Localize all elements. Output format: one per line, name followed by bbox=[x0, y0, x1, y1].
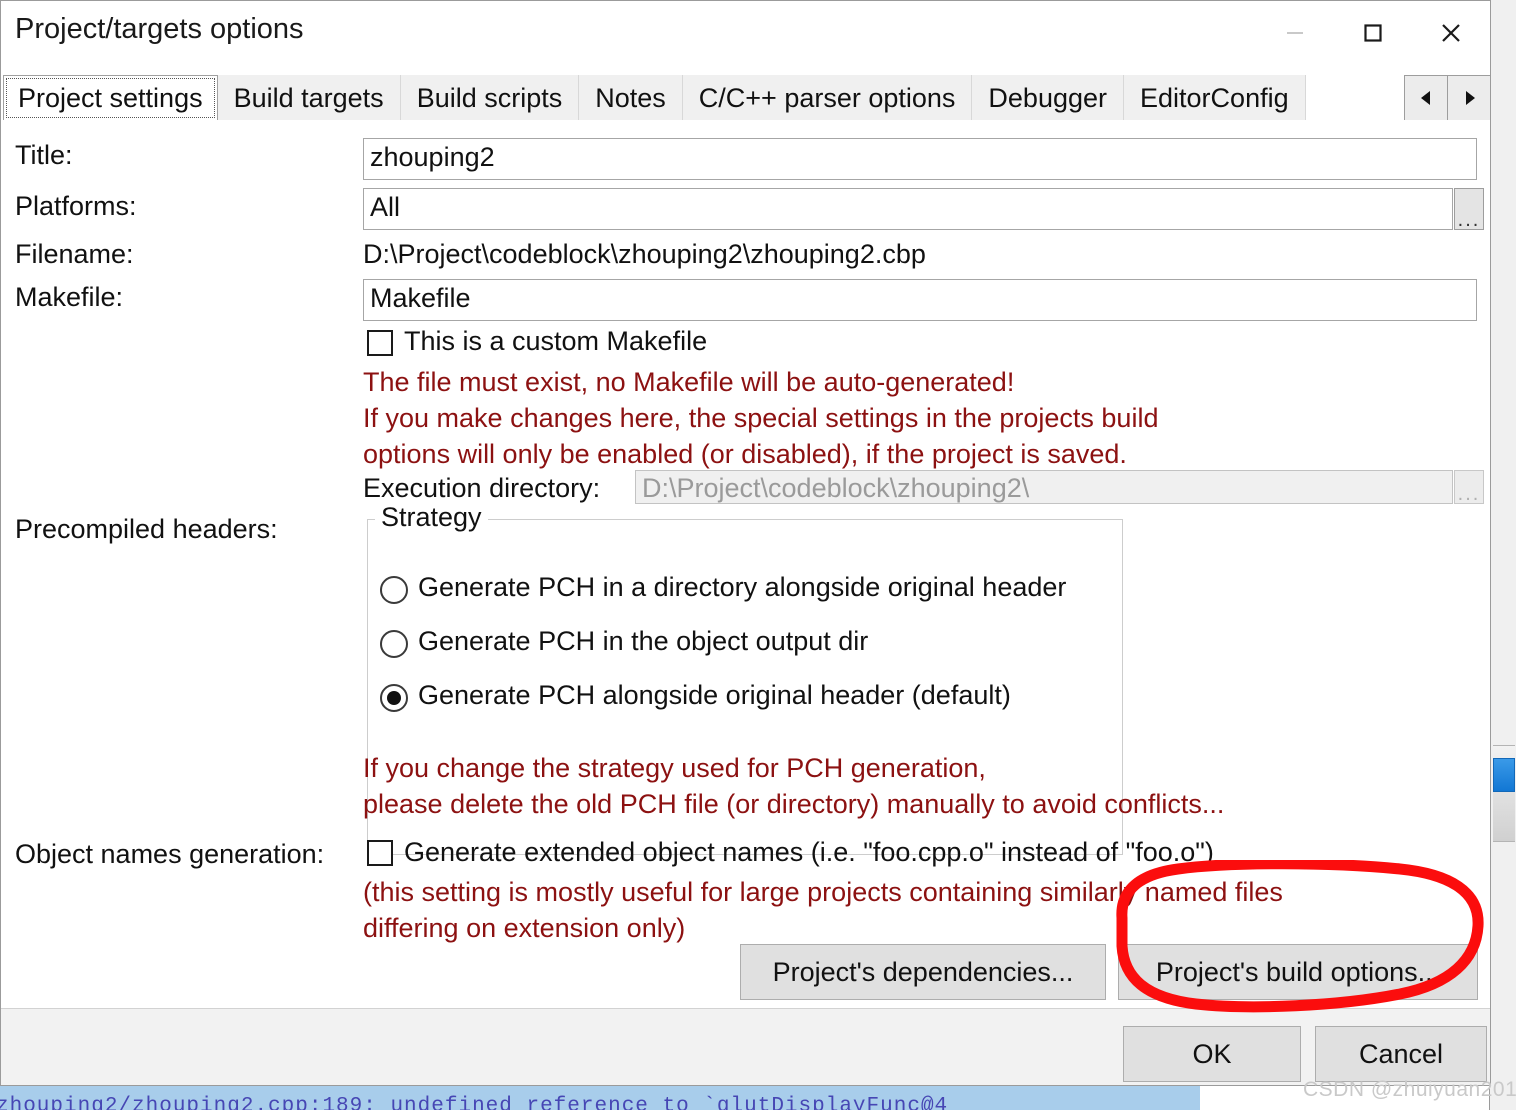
pch-warning-line-1: If you change the strategy used for PCH … bbox=[363, 753, 986, 783]
tab-strip: Project settings Build targets Build scr… bbox=[1, 65, 1490, 121]
radio-label-pch-alongside-default: Generate PCH alongside original header (… bbox=[418, 680, 1011, 710]
strategy-groupbox-title: Strategy bbox=[375, 502, 488, 533]
execution-directory-input: D:\Project\codeblock\zhouping2\ bbox=[635, 470, 1453, 504]
execution-directory-browse-button: ... bbox=[1454, 470, 1484, 504]
tab-label: Build targets bbox=[233, 82, 384, 113]
tab-notes[interactable]: Notes bbox=[579, 75, 683, 121]
extended-object-names-label: Generate extended object names (i.e. "fo… bbox=[404, 837, 1214, 867]
tab-debugger[interactable]: Debugger bbox=[972, 75, 1125, 121]
radio-pch-directory-alongside[interactable] bbox=[380, 576, 408, 604]
row-clip-mask bbox=[363, 504, 1490, 518]
dialog-footer: OK Cancel bbox=[1, 1008, 1490, 1085]
warning-line-2: If you make changes here, the special se… bbox=[363, 403, 1159, 433]
makefile-label: Makefile: bbox=[15, 282, 124, 312]
dialog-titlebar: Project/targets options bbox=[1, 1, 1490, 65]
radio-pch-alongside-default[interactable] bbox=[380, 684, 408, 712]
projects-build-options-button[interactable]: Project's build options... bbox=[1118, 944, 1478, 1000]
window-controls bbox=[1256, 1, 1490, 65]
app-scrollbar-thumb[interactable] bbox=[1493, 758, 1515, 792]
filename-label: Filename: bbox=[15, 239, 134, 269]
cancel-button[interactable]: Cancel bbox=[1315, 1026, 1487, 1082]
radio-pch-object-output[interactable] bbox=[380, 630, 408, 658]
warning-line-1: The file must exist, no Makefile will be… bbox=[363, 367, 1015, 397]
console-line-2: zhouping2/zhouping2.cpp:189: undefined r… bbox=[0, 1095, 949, 1110]
object-names-generation-label: Object names generation: bbox=[15, 839, 325, 869]
project-targets-options-dialog: Project/targets options Project settings bbox=[0, 0, 1491, 1086]
warning-line-3: options will only be enabled (or disable… bbox=[363, 439, 1127, 469]
custom-makefile-checkbox[interactable] bbox=[367, 330, 393, 356]
object-names-warning-line-2: differing on extension only) bbox=[363, 913, 686, 943]
tab-project-settings[interactable]: Project settings bbox=[3, 75, 218, 121]
tab-scroll-right-icon[interactable] bbox=[1448, 75, 1490, 121]
platforms-browse-button[interactable]: ... bbox=[1454, 188, 1484, 230]
app-scrollbar[interactable] bbox=[1489, 0, 1516, 1110]
tab-label: Debugger bbox=[988, 82, 1108, 113]
precompiled-headers-label: Precompiled headers: bbox=[15, 514, 278, 544]
radio-label-pch-object-output: Generate PCH in the object output dir bbox=[418, 626, 869, 656]
desktop-background: zhouping2/zhouping2.cpp:188: undefined r… bbox=[0, 0, 1516, 1110]
tab-list: Project settings Build targets Build scr… bbox=[3, 75, 1306, 121]
title-input[interactable]: zhouping2 bbox=[363, 138, 1477, 180]
platforms-input[interactable]: All bbox=[363, 188, 1453, 230]
tab-build-scripts[interactable]: Build scripts bbox=[400, 75, 580, 121]
tab-scroll-controls bbox=[1404, 75, 1490, 121]
pch-warning-line-2: please delete the old PCH file (or direc… bbox=[363, 789, 1225, 819]
makefile-input[interactable]: Makefile bbox=[363, 279, 1477, 321]
title-label: Title: bbox=[15, 140, 73, 170]
filename-value: D:\Project\codeblock\zhouping2\zhouping2… bbox=[363, 239, 926, 269]
object-names-warning-line-1: (this setting is mostly useful for large… bbox=[363, 877, 1283, 907]
tab-build-targets[interactable]: Build targets bbox=[217, 75, 401, 121]
tab-editorconfig[interactable]: EditorConfig bbox=[1124, 75, 1306, 121]
maximize-button[interactable] bbox=[1334, 1, 1412, 65]
custom-makefile-label: This is a custom Makefile bbox=[404, 326, 708, 356]
close-button[interactable] bbox=[1412, 1, 1490, 65]
tab-label: Project settings bbox=[18, 82, 203, 113]
tab-label: EditorConfig bbox=[1140, 82, 1289, 113]
watermark: CSDN @zhuiyuan2012 bbox=[1303, 1078, 1516, 1101]
dialog-title: Project/targets options bbox=[15, 13, 304, 45]
tab-cpp-parser-options[interactable]: C/C++ parser options bbox=[682, 75, 973, 121]
ok-button[interactable]: OK bbox=[1123, 1026, 1301, 1082]
tab-scroll-left-icon[interactable] bbox=[1404, 75, 1448, 121]
tab-label: C/C++ parser options bbox=[698, 82, 956, 113]
tab-label: Notes bbox=[595, 82, 666, 113]
extended-object-names-checkbox[interactable] bbox=[367, 840, 393, 866]
project-settings-panel: Title: zhouping2 Platforms: All ... File… bbox=[1, 120, 1490, 1008]
platforms-label: Platforms: bbox=[15, 191, 137, 221]
tab-label: Build scripts bbox=[416, 82, 563, 113]
minimize-button[interactable] bbox=[1256, 1, 1334, 65]
radio-label-pch-directory-alongside: Generate PCH in a directory alongside or… bbox=[418, 572, 1067, 602]
execution-directory-label: Execution directory: bbox=[363, 473, 601, 503]
projects-dependencies-button[interactable]: Project's dependencies... bbox=[740, 944, 1106, 1000]
